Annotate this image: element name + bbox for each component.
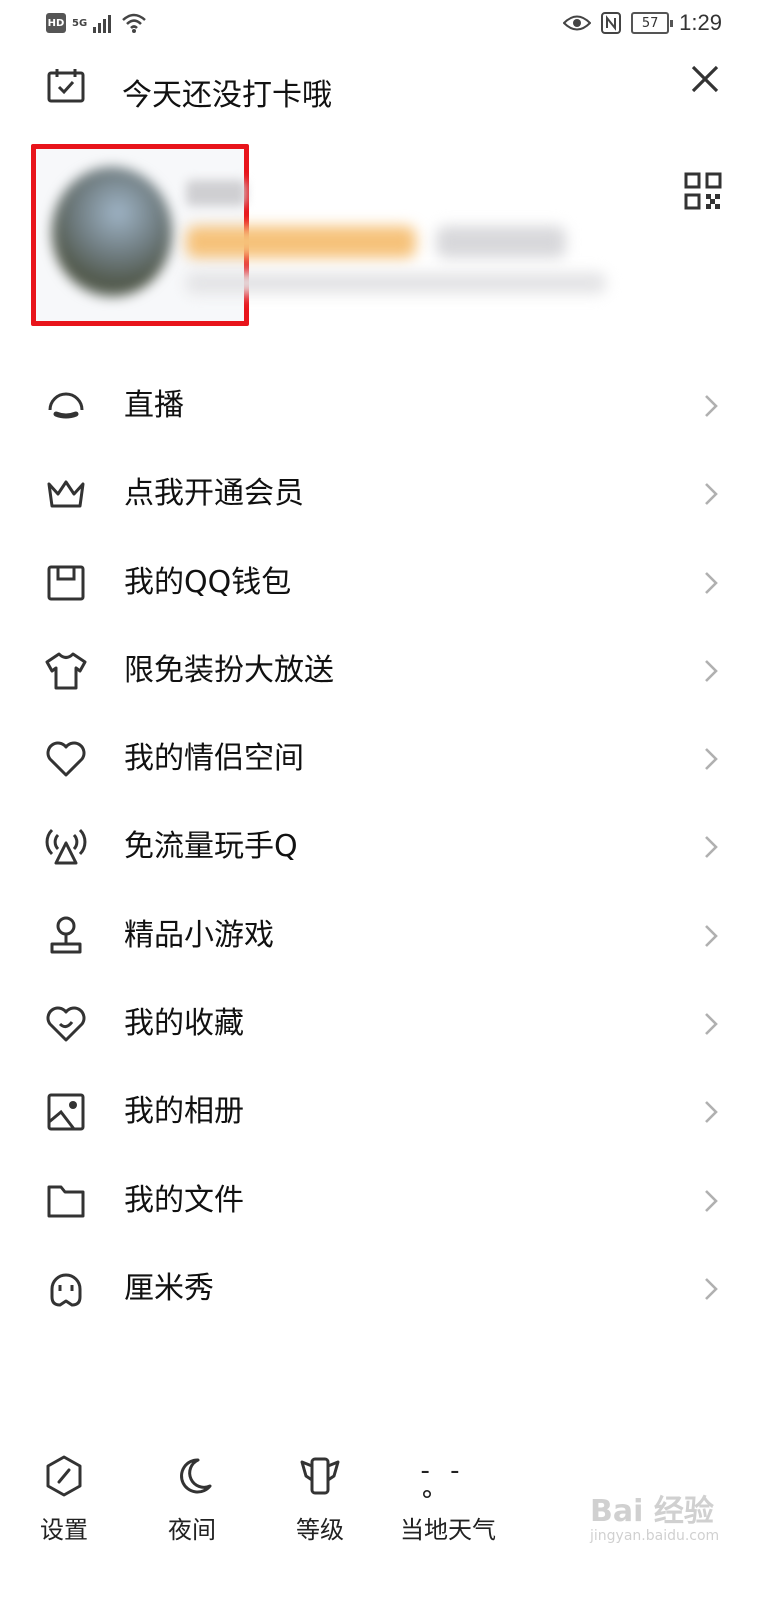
menu-label: 直播 <box>124 388 184 423</box>
watermark-url: jingyan.baidu.com <box>590 1528 720 1544</box>
menu-label: 点我开通会员 <box>124 476 304 512</box>
status-bar: HD 5G 57 1:29 <box>0 0 784 48</box>
menu-item-album[interactable]: 我的相册 <box>0 1068 784 1156</box>
night-mode-label: 夜间 <box>168 1516 216 1544</box>
hd-badge: HD <box>46 13 66 33</box>
chevron-right-icon <box>705 924 718 947</box>
menu-item-live[interactable]: 直播 <box>0 362 784 450</box>
chevron-right-icon <box>705 1189 718 1212</box>
settings-label: 设置 <box>40 1516 88 1544</box>
vip-badge-blurred <box>186 226 416 258</box>
live-icon <box>48 392 84 419</box>
weather-label: 当地天气 <box>400 1516 496 1544</box>
menu-item-favorites[interactable]: 我的收藏 <box>0 980 784 1068</box>
wifi-icon <box>122 13 147 33</box>
menu-label: 我的文件 <box>124 1182 244 1218</box>
chevron-right-icon <box>705 1278 718 1300</box>
menu-label: 免流量玩手Q <box>124 829 298 865</box>
chevron-right-icon <box>705 571 718 594</box>
status-right: 57 1:29 <box>563 10 722 36</box>
level-button[interactable]: 等级 <box>265 1450 375 1550</box>
folder-icon <box>47 1185 85 1218</box>
network-type: 5G <box>72 17 88 29</box>
avatar[interactable] <box>52 167 172 297</box>
favorite-heart-icon <box>46 1006 86 1042</box>
level-badge-blurred <box>436 226 566 258</box>
level-icon <box>300 1457 340 1495</box>
menu-label: 精品小游戏 <box>124 917 274 953</box>
album-icon <box>47 1093 85 1131</box>
chevron-right-icon <box>705 748 718 771</box>
chevron-right-icon <box>705 395 718 417</box>
menu-label: 我的QQ钱包 <box>124 564 292 600</box>
watermark-text: Bai 经验 <box>590 1494 714 1529</box>
menu-item-vip[interactable]: 点我开通会员 <box>0 450 784 538</box>
calendar-check-icon <box>47 69 85 103</box>
chevron-right-icon <box>705 483 718 506</box>
close-icon <box>691 65 719 93</box>
baidu-watermark: Bai 经验 jingyan.baidu.com <box>590 1486 740 1556</box>
menu-label: 我的相册 <box>124 1094 244 1130</box>
menu-item-free-data[interactable]: 免流量玩手Q <box>0 803 784 891</box>
chevron-right-icon <box>705 836 718 859</box>
cmshow-icon <box>50 1273 82 1307</box>
menu-label: 我的收藏 <box>124 1006 244 1042</box>
signal-icon <box>93 15 112 33</box>
menu-label: 厘米秀 <box>124 1270 214 1306</box>
battery-indicator: 57 <box>631 12 674 34</box>
menu-item-files[interactable]: 我的文件 <box>0 1157 784 1245</box>
clock: 1:29 <box>679 10 722 35</box>
wallet-icon <box>47 565 85 601</box>
nfc-icon <box>601 12 622 34</box>
menu-label: 我的情侣空间 <box>124 741 304 777</box>
menu-item-outfit[interactable]: 限免装扮大放送 <box>0 627 784 715</box>
chevron-right-icon <box>705 1013 718 1035</box>
eye-icon <box>563 15 592 31</box>
checkin-label[interactable]: 今天还没打卡哦 <box>122 70 332 114</box>
signal-tower-icon <box>45 829 87 865</box>
weather-icon: - -° <box>420 1456 466 1516</box>
menu-item-wallet[interactable]: 我的QQ钱包 <box>0 539 784 627</box>
settings-button[interactable]: 设置 <box>9 1450 119 1550</box>
night-mode-button[interactable]: 夜间 <box>137 1450 247 1550</box>
level-label: 等级 <box>296 1516 344 1544</box>
moon-icon <box>180 1458 212 1494</box>
checkin-button[interactable] <box>46 66 86 106</box>
status-left: HD 5G <box>46 12 147 34</box>
qr-code-icon <box>684 172 722 210</box>
weather-button[interactable]: - -° 当地天气 <box>393 1450 503 1550</box>
close-button[interactable] <box>686 60 724 98</box>
menu-item-mini-games[interactable]: 精品小游戏 <box>0 892 784 980</box>
menu-item-cmshow[interactable]: 厘米秀 <box>0 1245 784 1333</box>
qr-code-button[interactable] <box>682 170 724 212</box>
joystick-icon <box>50 916 82 954</box>
menu-list: 直播 点我开通会员 我的QQ钱包 限免装扮大放送 我的情侣空间 免流量玩手Q 精… <box>0 362 784 1333</box>
tshirt-icon <box>45 652 87 690</box>
heart-icon <box>46 741 86 777</box>
chevron-right-icon <box>705 1101 718 1124</box>
nickname-blurred <box>186 180 246 206</box>
signature-blurred <box>186 272 606 294</box>
settings-icon <box>46 1455 82 1497</box>
menu-label: 限免装扮大放送 <box>124 652 334 688</box>
chevron-right-icon <box>705 659 718 682</box>
crown-icon <box>47 480 85 508</box>
menu-item-couple-space[interactable]: 我的情侣空间 <box>0 715 784 803</box>
